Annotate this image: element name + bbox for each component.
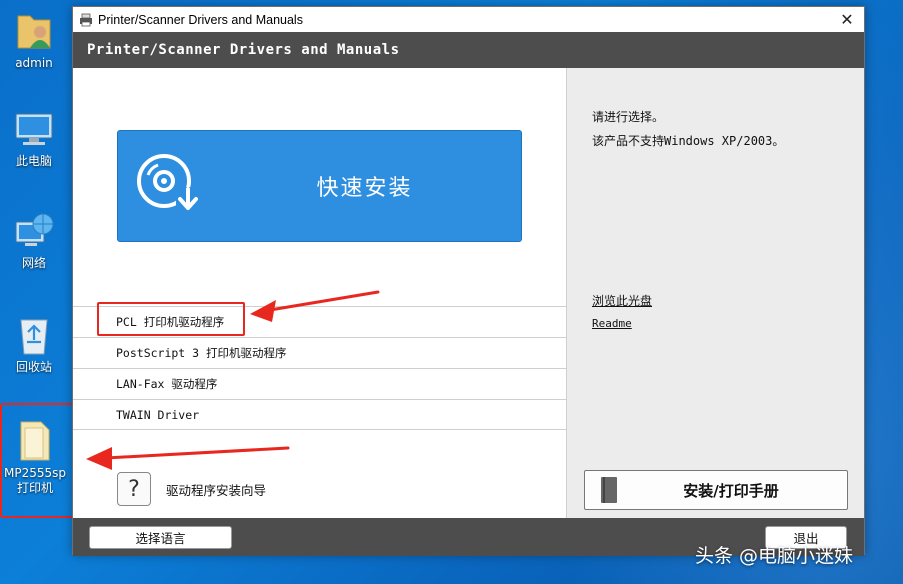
watermark-text: 头条 @电脑小迷妹 bbox=[695, 541, 853, 568]
install-manual-label: 安装/打印手册 bbox=[585, 480, 847, 501]
browse-disc-link[interactable]: 浏览此光盘 bbox=[592, 292, 652, 309]
selection-prompt: 请进行选择。 bbox=[592, 108, 664, 125]
quick-install-label: 快速安装 bbox=[118, 131, 521, 241]
folder-highlight-box bbox=[0, 403, 78, 518]
close-icon: ✕ bbox=[840, 10, 853, 29]
desktop-icon-label: 回收站 bbox=[16, 360, 52, 374]
close-button[interactable]: ✕ bbox=[830, 7, 864, 32]
driver-item-label: PostScript 3 打印机驱动程序 bbox=[116, 345, 287, 361]
quick-install-button[interactable]: 快速安装 bbox=[117, 130, 522, 242]
desktop-icon-network[interactable]: 网络 bbox=[4, 212, 64, 271]
network-icon bbox=[13, 212, 55, 252]
desktop-icon-admin[interactable]: admin bbox=[4, 8, 64, 71]
desktop-icon-label: admin bbox=[15, 56, 53, 70]
printer-app-icon bbox=[78, 12, 94, 28]
installer-window: Printer/Scanner Drivers and Manuals ✕ Pr… bbox=[72, 6, 865, 555]
title-bar[interactable]: Printer/Scanner Drivers and Manuals ✕ bbox=[73, 7, 864, 32]
window-title: Printer/Scanner Drivers and Manuals bbox=[98, 13, 303, 27]
select-language-button[interactable]: 选择语言 bbox=[89, 526, 232, 549]
driver-item-twain[interactable]: TWAIN Driver bbox=[73, 399, 566, 430]
user-folder-icon bbox=[14, 8, 54, 52]
pcl-highlight-box bbox=[97, 302, 245, 336]
driver-item-lan-fax[interactable]: LAN-Fax 驱动程序 bbox=[73, 368, 566, 399]
driver-install-wizard[interactable]: ? 驱动程序安装向导 bbox=[117, 472, 266, 506]
header-title: Printer/Scanner Drivers and Manuals bbox=[73, 32, 864, 68]
desktop-icon-recycle-bin[interactable]: 回收站 bbox=[4, 314, 64, 375]
wizard-label: 驱动程序安装向导 bbox=[166, 480, 266, 499]
desktop-icon-this-pc[interactable]: 此电脑 bbox=[4, 110, 64, 169]
recycle-bin-icon bbox=[16, 314, 52, 356]
question-icon: ? bbox=[117, 472, 151, 506]
os-notice: 该产品不支持Windows XP/2003。 bbox=[592, 132, 784, 149]
driver-item-label: LAN-Fax 驱动程序 bbox=[116, 376, 217, 392]
driver-item-postscript3[interactable]: PostScript 3 打印机驱动程序 bbox=[73, 337, 566, 368]
readme-link[interactable]: Readme bbox=[592, 317, 632, 330]
right-pane: 请进行选择。 该产品不支持Windows XP/2003。 浏览此光盘 Read… bbox=[566, 68, 864, 518]
desktop-icon-label: 此电脑 bbox=[16, 154, 52, 168]
install-manual-button[interactable]: 安装/打印手册 bbox=[584, 470, 848, 510]
desktop-icon-label: 网络 bbox=[22, 256, 46, 270]
left-pane: 快速安装 PCL 打印机驱动程序 PostScript 3 打印机驱动程序 LA… bbox=[73, 68, 566, 518]
computer-icon bbox=[13, 110, 55, 150]
driver-item-label: TWAIN Driver bbox=[116, 408, 199, 422]
